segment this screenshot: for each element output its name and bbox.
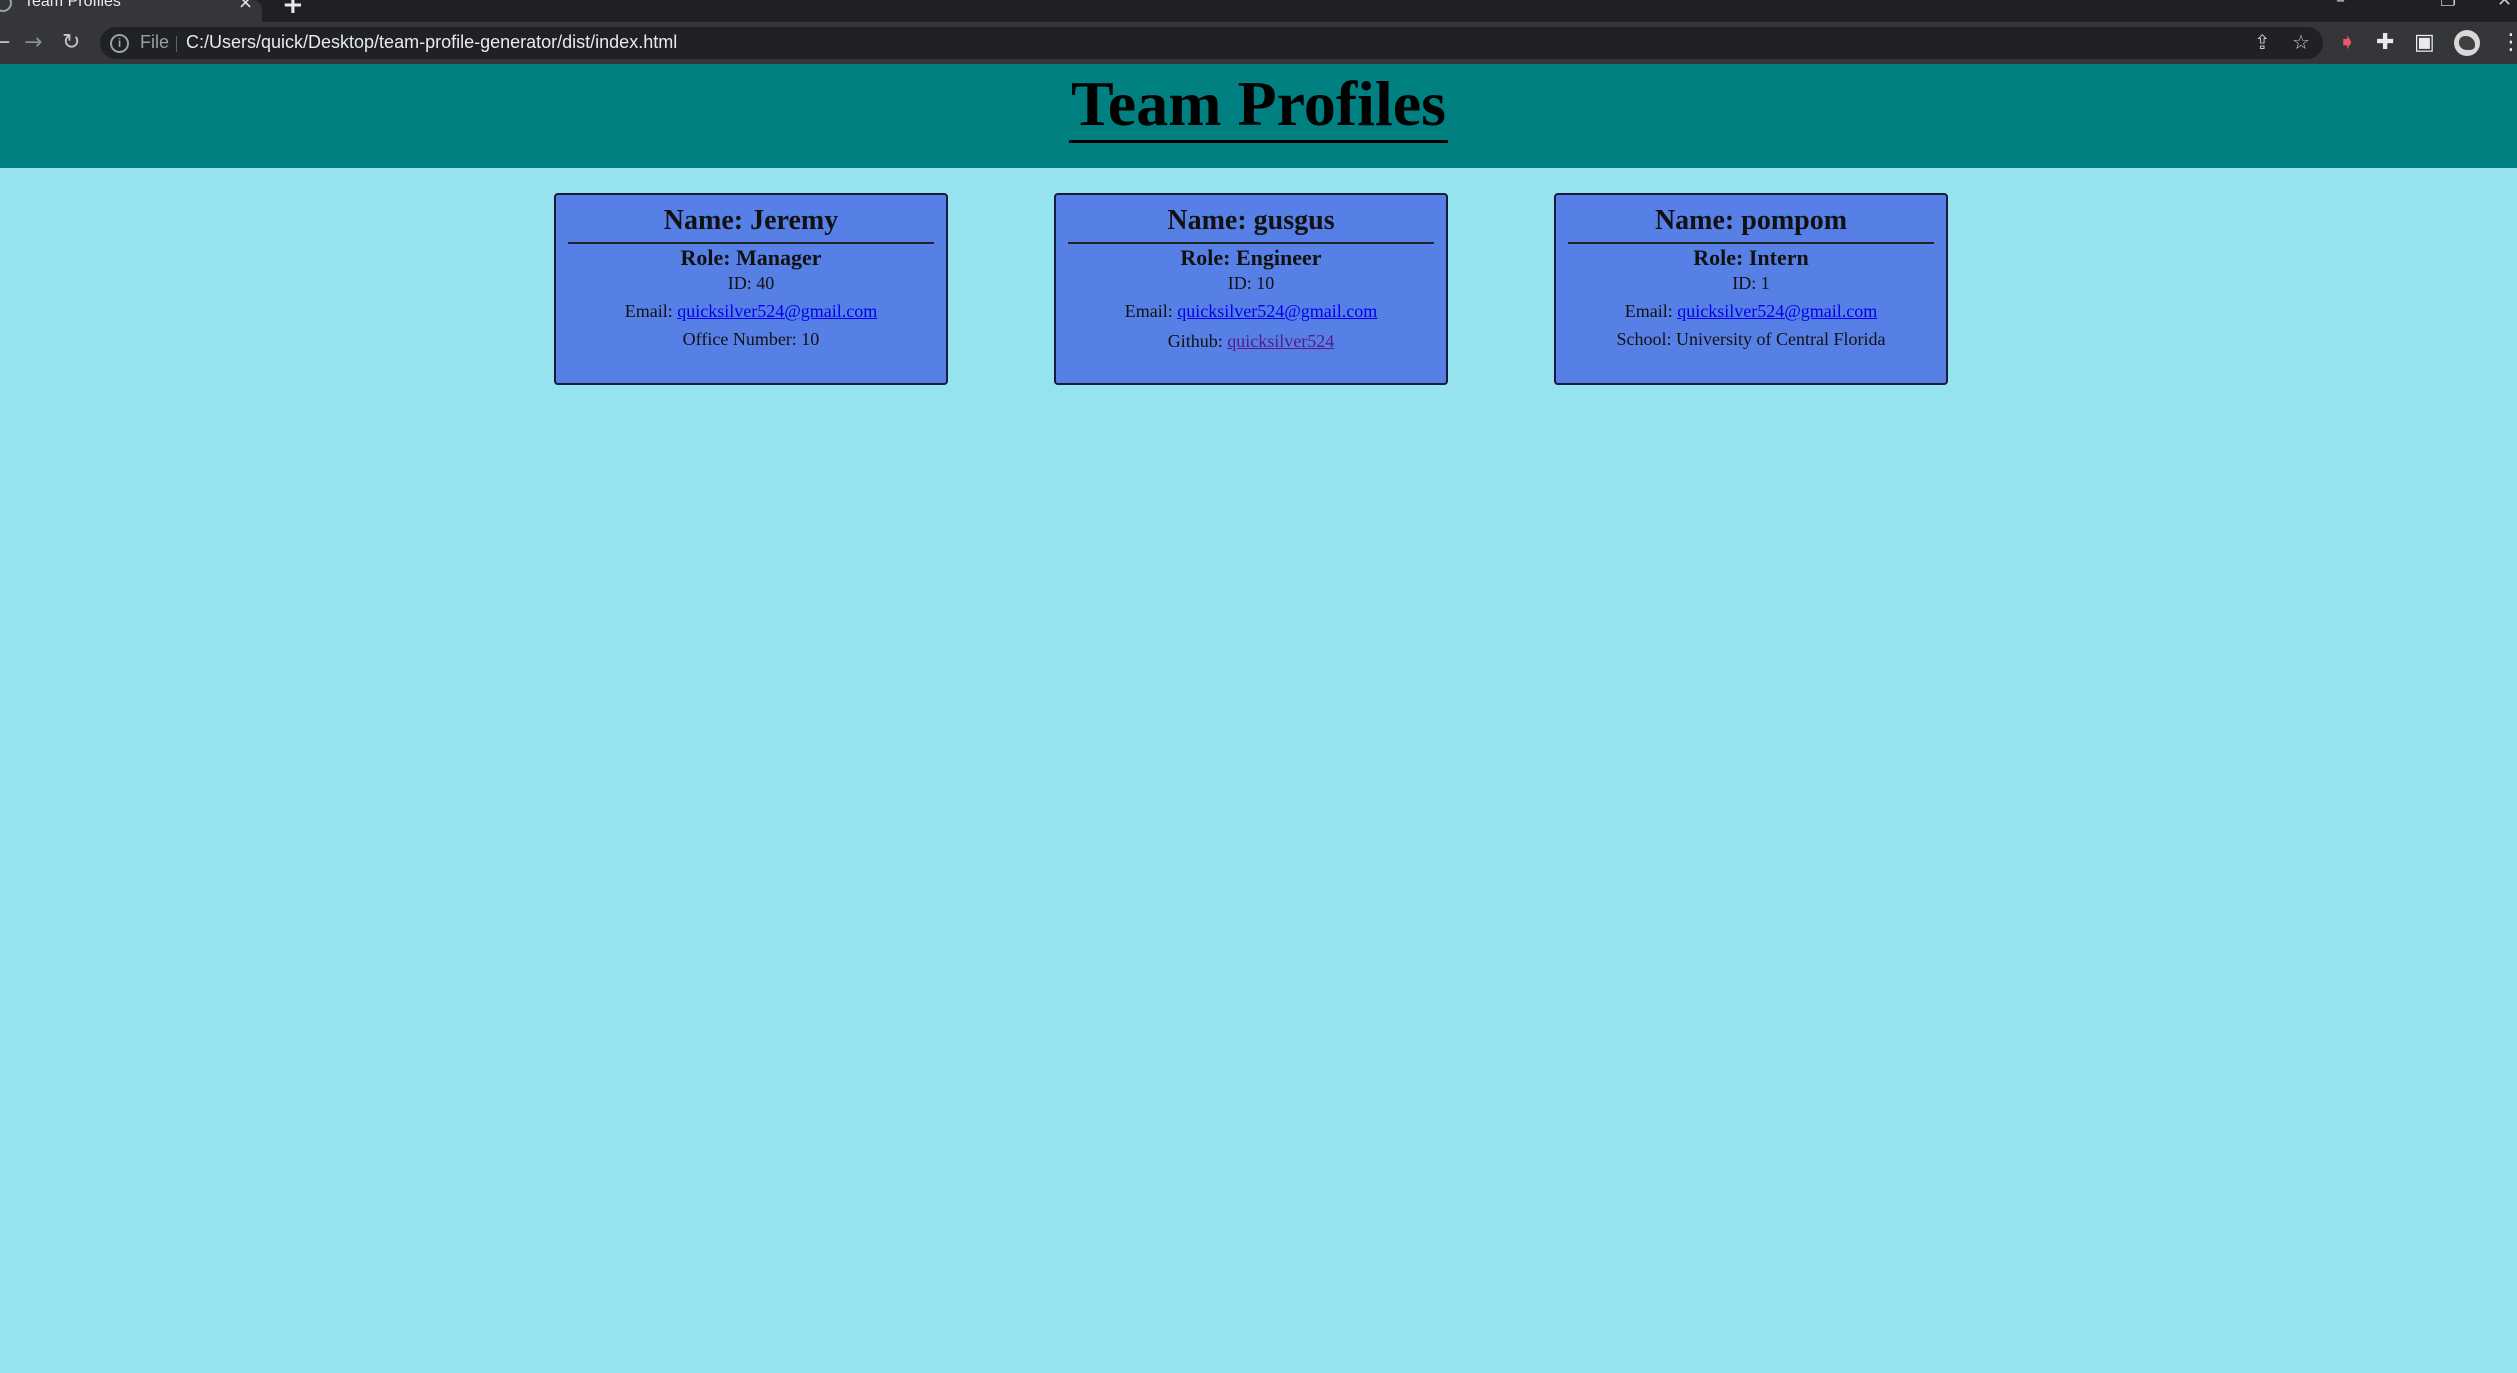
card-role: Role: Engineer (1180, 245, 1322, 270)
reload-icon[interactable]: ↻ (62, 30, 80, 56)
manager-card: Name: Jeremy Role: Manager ID: 40 Email:… (554, 193, 948, 385)
page-title: Team Profiles (1068, 68, 1449, 143)
github-link[interactable]: quicksilver524 (1227, 331, 1334, 351)
address-bar[interactable]: i File C:/Users/quick/Desktop/team-profi… (100, 27, 2323, 59)
email-label: Email: (624, 301, 678, 321)
office-number: Office Number: 10 (682, 329, 820, 349)
restore-icon[interactable]: ❐ (2440, 0, 2456, 11)
card-email-row: Email: quicksilver524@gmail.com (556, 300, 946, 322)
email-link[interactable]: quicksilver524@gmail.com (677, 301, 877, 321)
card-id: ID: 1 (1732, 273, 1770, 293)
avatar[interactable] (2454, 30, 2480, 56)
card-email-row: Email: quicksilver524@gmail.com (1056, 300, 1446, 322)
url-text[interactable]: C:/Users/quick/Desktop/team-profile-gene… (186, 32, 677, 53)
tab-strip: Team Profiles × + – ❐ ✕ (0, 0, 2517, 22)
menu-icon[interactable]: ⋮ (2500, 30, 2517, 56)
tab-title: Team Profiles (24, 0, 121, 10)
card-name: Name: gusgus (1068, 203, 1434, 244)
email-link[interactable]: quicksilver524@gmail.com (1677, 301, 1877, 321)
github-label: Github: (1167, 331, 1228, 351)
omnibox-divider (176, 36, 177, 52)
close-window-icon[interactable]: ✕ (2497, 0, 2512, 11)
globe-icon (0, 0, 12, 12)
close-tab-icon[interactable]: × (238, 0, 253, 13)
card-role: Role: Intern (1693, 245, 1809, 270)
extension-icon[interactable]: ➧ (2338, 30, 2356, 56)
card-id: ID: 10 (1227, 273, 1275, 293)
new-tab-icon[interactable]: + (282, 0, 304, 20)
intern-card: Name: pompom Role: Intern ID: 1 Email: q… (1554, 193, 1948, 385)
card-role: Role: Manager (680, 245, 822, 270)
card-email-row: Email: quicksilver524@gmail.com (1556, 300, 1946, 322)
file-label: File (140, 32, 170, 52)
minimize-icon[interactable]: – (2336, 0, 2345, 11)
github-row: Github: quicksilver524 (1056, 330, 1446, 352)
card-name: Name: pompom (1568, 203, 1934, 244)
info-icon[interactable]: i (110, 34, 129, 53)
engineer-card: Name: gusgus Role: Engineer ID: 10 Email… (1054, 193, 1448, 385)
page-header: Team Profiles (0, 64, 2517, 168)
card-id: ID: 40 (727, 273, 775, 293)
star-icon[interactable]: ☆ (2292, 30, 2310, 54)
sidepanel-icon[interactable]: ▣ (2414, 30, 2435, 56)
email-label: Email: (1124, 301, 1178, 321)
forward-icon[interactable]: → (24, 30, 42, 56)
puzzle-icon[interactable]: ✚ (2376, 30, 2394, 56)
school: School: University of Central Florida (1616, 329, 1886, 349)
back-icon[interactable]: ← (0, 30, 10, 56)
share-icon[interactable]: ⇪ (2254, 30, 2271, 54)
card-name: Name: Jeremy (568, 203, 934, 244)
team-cards: Name: Jeremy Role: Manager ID: 40 Email:… (0, 193, 2517, 385)
tab-team-profiles[interactable]: Team Profiles × (0, 0, 262, 22)
email-label: Email: (1624, 301, 1678, 321)
email-link[interactable]: quicksilver524@gmail.com (1177, 301, 1377, 321)
browser-toolbar: ← → ↻ i File C:/Users/quick/Desktop/team… (0, 22, 2517, 64)
